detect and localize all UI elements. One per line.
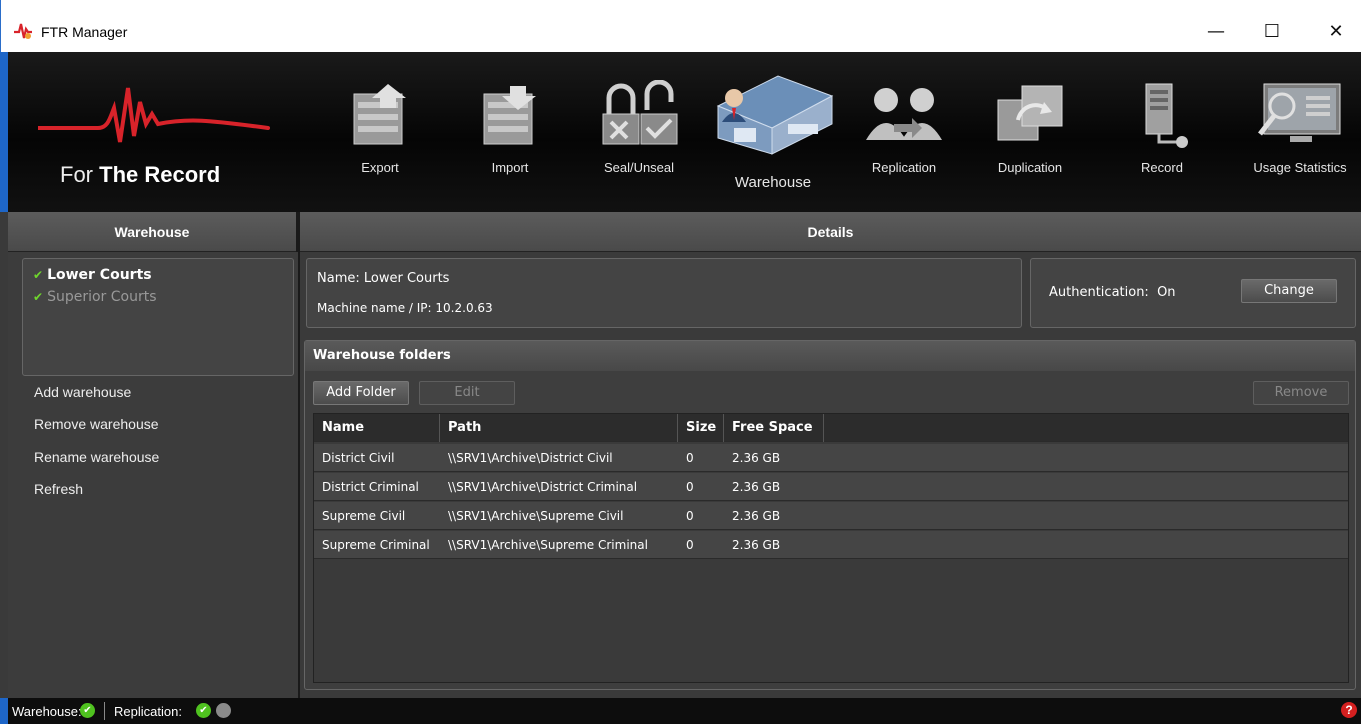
replication-status-label: Replication: <box>114 704 182 719</box>
minimize-button[interactable]: — <box>1193 16 1239 48</box>
cell-path: \\SRV1\Archive\Supreme Criminal <box>448 538 648 552</box>
add-folder-button[interactable]: Add Folder <box>313 381 409 405</box>
waveform-logo-icon <box>38 87 270 143</box>
for-the-record-logo: For The Record <box>8 52 308 212</box>
details-panel-header: Details <box>300 212 1361 252</box>
cell-name: District Civil <box>322 451 395 465</box>
toolbar-warehouse[interactable]: Warehouse <box>704 52 842 212</box>
warehouse-name-line: Name: Lower Courts <box>317 271 450 286</box>
toolbar-label: Duplication <box>997 160 1063 175</box>
change-authentication-button[interactable]: Change <box>1241 279 1337 303</box>
column-header-free-space[interactable]: Free Space <box>724 414 824 442</box>
toolbar-label: Export <box>361 160 399 175</box>
warehouse-item-superior-courts[interactable]: ✔ Superior Courts <box>33 289 293 311</box>
replication-activity-icon <box>216 703 231 718</box>
toolbar-import[interactable]: Import <box>460 52 560 212</box>
warehouse-folders-title: Warehouse folders <box>305 341 1355 371</box>
warehouse-folders-panel: Warehouse folders Add Folder Edit Remove… <box>304 340 1356 690</box>
cell-name: District Criminal <box>322 480 419 494</box>
machine-line: Machine name / IP: 10.2.0.63 <box>317 301 493 315</box>
toolbar-duplication[interactable]: Duplication <box>980 52 1080 212</box>
status-divider <box>104 702 105 720</box>
machine-ip-value: 10.2.0.63 <box>435 301 493 315</box>
warehouse-status-ok-icon: ✔ <box>80 703 95 718</box>
toolbar-label: Seal/Unseal <box>603 160 675 175</box>
authentication-value: On <box>1157 285 1176 300</box>
authentication-line: Authentication: On <box>1049 285 1176 300</box>
table-row[interactable]: District Civil \\SRV1\Archive\District C… <box>314 444 1348 472</box>
cell-path: \\SRV1\Archive\Supreme Civil <box>448 509 624 523</box>
replication-status-ok-icon: ✔ <box>196 703 211 718</box>
table-row[interactable]: Supreme Civil \\SRV1\Archive\Supreme Civ… <box>314 502 1348 530</box>
remove-folder-button[interactable]: Remove <box>1253 381 1349 405</box>
help-icon[interactable]: ? <box>1341 702 1357 718</box>
export-icon <box>353 84 406 145</box>
cell-free-space: 2.36 GB <box>732 451 781 465</box>
title-bar: FTR Manager — ☐ ✕ <box>0 0 1361 52</box>
status-ok-icon: ✔ <box>33 268 44 282</box>
add-warehouse-link[interactable]: Add warehouse <box>34 384 131 400</box>
cell-free-space: 2.36 GB <box>732 538 781 552</box>
cell-size: 0 <box>686 538 694 552</box>
lock-icon <box>602 80 678 145</box>
status-bar: Warehouse: ✔ Replication: ✔ ? <box>0 698 1361 724</box>
column-header-size[interactable]: Size <box>678 414 724 442</box>
ftr-app-icon <box>14 23 32 39</box>
cell-name: Supreme Criminal <box>322 538 430 552</box>
rename-warehouse-link[interactable]: Rename warehouse <box>34 449 159 465</box>
toolbar-usage-statistics[interactable]: Usage Statistics <box>1238 52 1361 212</box>
cell-name: Supreme Civil <box>322 509 406 523</box>
refresh-link[interactable]: Refresh <box>34 481 83 497</box>
cell-size: 0 <box>686 480 694 494</box>
column-header-path[interactable]: Path <box>440 414 678 442</box>
warehouse-list: ✔ Lower Courts ✔ Superior Courts <box>22 258 294 376</box>
cell-path: \\SRV1\Archive\District Criminal <box>448 480 638 494</box>
toolbar-export[interactable]: Export <box>330 52 430 212</box>
status-ok-icon: ✔ <box>33 290 44 304</box>
edit-folder-button[interactable]: Edit <box>419 381 515 405</box>
table-row[interactable]: District Criminal \\SRV1\Archive\Distric… <box>314 473 1348 501</box>
toolbar-replication[interactable]: Replication <box>854 52 954 212</box>
usage-statistics-icon <box>1258 83 1341 142</box>
toolbar-label: Warehouse <box>734 174 812 191</box>
duplication-icon <box>997 85 1063 141</box>
warehouse-info-box: Name: Lower Courts Machine name / IP: 10… <box>306 258 1022 328</box>
remove-warehouse-link[interactable]: Remove warehouse <box>34 416 159 432</box>
import-icon <box>483 86 536 145</box>
authentication-box: Authentication: On Change <box>1030 258 1356 328</box>
warehouse-name-value: Lower Courts <box>363 271 450 286</box>
maximize-button[interactable]: ☐ <box>1249 16 1295 48</box>
warehouse-item-lower-courts[interactable]: ✔ Lower Courts <box>33 267 293 289</box>
folders-table: Name Path Size Free Space District Civil… <box>313 413 1349 683</box>
close-button[interactable]: ✕ <box>1313 16 1359 48</box>
cell-path: \\SRV1\Archive\District Civil <box>448 451 613 465</box>
cell-size: 0 <box>686 451 694 465</box>
cell-size: 0 <box>686 509 694 523</box>
warehouse-panel-header: Warehouse <box>8 212 296 252</box>
header-toolbar: For The Record Export Import Seal/Unseal <box>0 52 1361 212</box>
toolbar-label: Replication <box>871 160 937 175</box>
table-header-row: Name Path Size Free Space <box>314 414 1348 442</box>
window-title: FTR Manager <box>41 24 128 40</box>
cell-free-space: 2.36 GB <box>732 480 781 494</box>
warehouse-panel: ✔ Lower Courts ✔ Superior Courts Add wareh… <box>8 252 298 698</box>
warehouse-status-label: Warehouse: <box>12 704 82 719</box>
column-header-name[interactable]: Name <box>314 414 440 442</box>
toolbar-label: Import <box>491 160 529 175</box>
toolbar-seal-unseal[interactable]: Seal/Unseal <box>584 52 694 212</box>
toolbar-record[interactable]: Record <box>1112 52 1212 212</box>
toolbar-label: Record <box>1141 160 1183 175</box>
replication-icon <box>866 88 942 140</box>
warehouse-icon <box>716 75 834 155</box>
cell-free-space: 2.36 GB <box>732 509 781 523</box>
record-icon <box>1145 83 1188 148</box>
table-row[interactable]: Supreme Criminal \\SRV1\Archive\Supreme … <box>314 531 1348 559</box>
toolbar-label: Usage Statistics <box>1253 160 1347 175</box>
logo-text: For The Record <box>60 162 221 187</box>
